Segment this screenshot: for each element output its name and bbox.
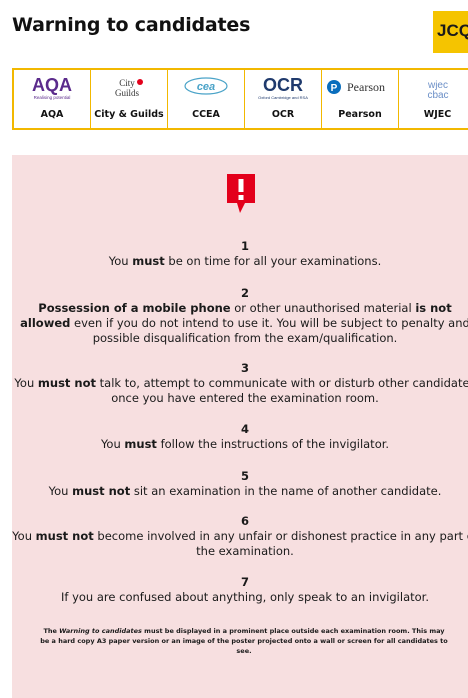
city-guilds-logo: City Guilds [99,70,159,104]
board-name-ccea: CCEA [192,109,220,120]
rule-text: You must not talk to, attempt to communi… [14,376,468,405]
rule-number: 1 [240,239,249,253]
rule-emphasis: must not [72,484,131,498]
jcq-logo-text: JCQ [437,21,468,40]
rule-4: 4 You must follow the instructions of th… [12,422,468,452]
display-notice-before: The [43,627,60,635]
board-wjec: wjec cbac WJEC [399,70,468,128]
rule-6: 6 You must not become involved in any un… [12,514,468,559]
rule-2: 2 Possession of a mobile phone or other … [12,286,468,346]
display-notice: The Warning to candidates must be displa… [38,626,450,656]
rule-5: 5 You must not sit an examination in the… [12,469,468,499]
ccea-logo: cea [176,70,236,104]
wjec-logo: wjec cbac [408,70,468,104]
svg-text:cbac: cbac [427,90,448,101]
rule-text: You must not sit an examination in the n… [49,484,442,498]
rule-text: If you are confused about anything, only… [61,590,429,604]
rule-3: 3 You must not talk to, attempt to commu… [12,361,468,406]
board-name-wjec: WJEC [423,109,452,120]
jcq-logo: JCQ [433,11,468,53]
board-city-guilds: City Guilds City & Guilds [91,70,168,128]
rule-text-segment: You [48,484,73,498]
rule-number: 2 [240,286,249,300]
board-aqa: AQA Realising potential AQA [14,70,91,128]
warning-panel: 1 You must be on time for all your exami… [12,155,468,698]
rule-number: 5 [240,469,249,483]
board-ccea: cea CCEA [168,70,245,128]
rule-text-segment: follow the instructions of the invigilat… [156,437,390,451]
board-name-ocr: OCR [271,109,295,120]
rule-text-segment: talk to, attempt to communicate with or … [96,376,468,405]
rule-text-segment: If you are confused about anything, only… [60,590,429,604]
rule-text-segment: You [108,254,133,268]
rule-text-segment: even if you do not intend to use it. You… [70,316,468,345]
rule-number: 6 [240,514,249,528]
rule-text-segment: or other unauthorised material [230,301,416,315]
rule-text: You must not become involved in any unfa… [12,529,468,558]
svg-text:cea: cea [197,81,215,93]
rule-text-segment: sit an examination in the name of anothe… [130,484,442,498]
rule-text-segment: You [100,437,125,451]
aqa-logo-text: AQA [32,75,72,95]
rule-emphasis: must not [35,529,94,543]
rule-emphasis: must not [37,376,97,390]
ocr-logo-text: OCR [263,75,303,95]
rule-emphasis: Possession of a mobile phone [38,301,231,315]
board-name-aqa: AQA [40,109,64,120]
pearson-logo: P Pearson [325,70,395,104]
display-notice-italic: Warning to candidates [59,627,142,635]
alert-icon [226,173,256,219]
rule-1: 1 You must be on time for all your exami… [12,239,468,269]
ocr-logo-sub: Oxford Cambridge and RSA [258,95,308,100]
rule-text: You must be on time for all your examina… [109,254,382,268]
svg-text:P: P [331,83,338,94]
ocr-logo: OCR Oxford Cambridge and RSA [253,70,313,104]
rule-emphasis: must [124,437,157,451]
page-title: Warning to candidates [12,14,251,36]
rule-number: 3 [240,361,249,375]
pearson-logo-text: Pearson [347,80,385,94]
board-name-pearson: Pearson [338,109,382,120]
rule-7: 7 If you are confused about anything, on… [12,575,468,605]
rule-text-segment: become involved in any unfair or dishone… [93,529,468,558]
rule-text-segment: be on time for all your examinations. [164,254,382,268]
aqa-logo: AQA Realising potential [22,70,82,104]
board-ocr: OCR Oxford Cambridge and RSA OCR [245,70,322,128]
aqa-logo-sub: Realising potential [34,95,71,100]
rule-text: You must follow the instructions of the … [101,437,389,451]
rule-emphasis: must [132,254,165,268]
svg-text:City: City [119,78,135,88]
awarding-bodies-row: AQA Realising potential AQA City Guilds … [12,68,468,130]
rule-number: 4 [240,422,249,436]
board-pearson: P Pearson Pearson [322,70,399,128]
board-name-city-guilds: City & Guilds [94,109,164,120]
rule-text: Possession of a mobile phone or other un… [20,301,468,345]
rule-text-segment: You [12,529,36,543]
rule-text-segment: You [14,376,38,390]
svg-text:Guilds: Guilds [115,88,140,98]
rule-number: 7 [240,575,249,589]
